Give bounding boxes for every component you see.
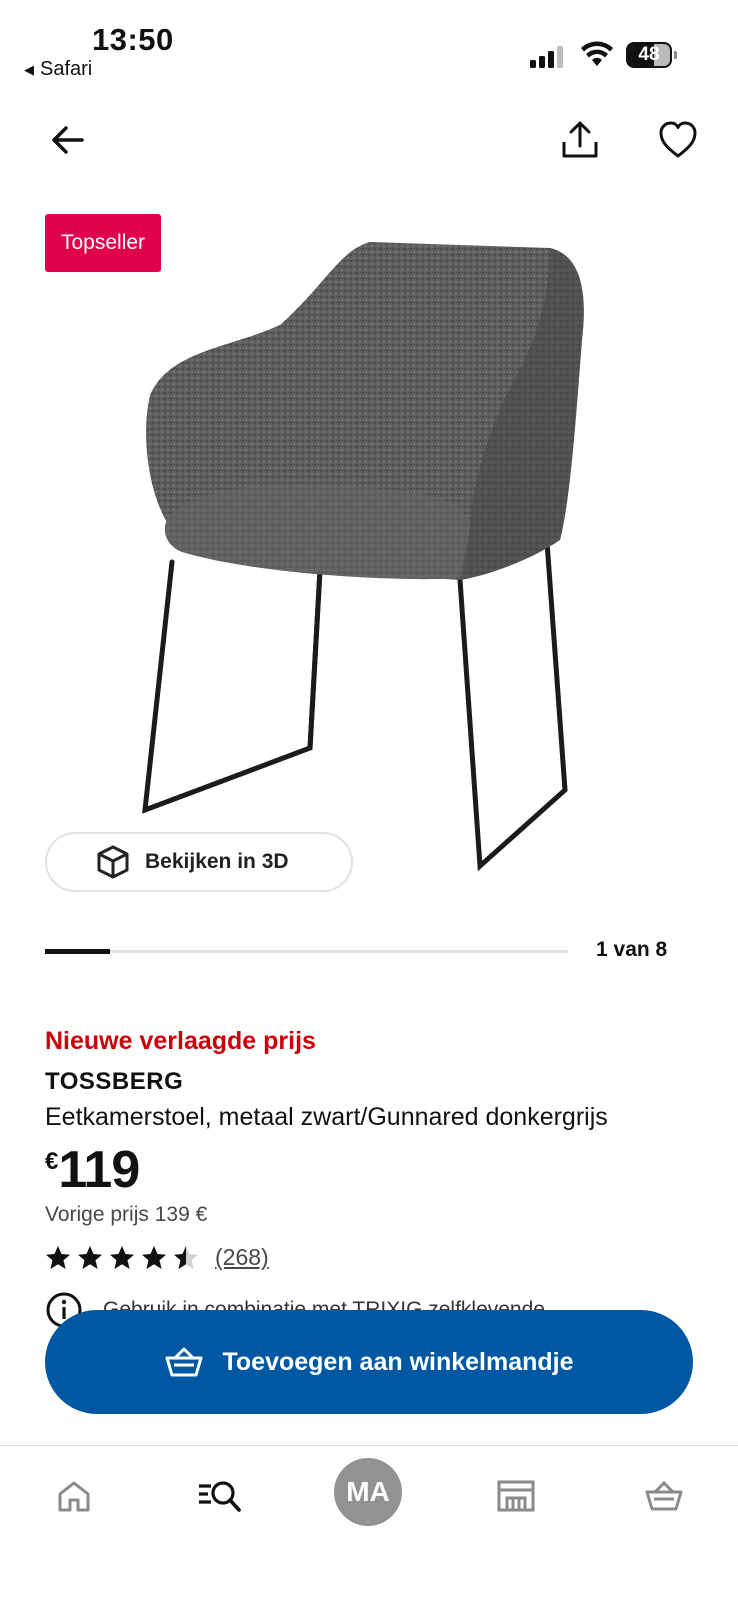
heart-icon[interactable]	[656, 118, 700, 162]
product-name[interactable]: TOSSBERG	[45, 1068, 183, 1096]
add-to-cart-label: Toevoegen aan winkelmandje	[222, 1347, 574, 1376]
add-to-cart-button[interactable]: Toevoegen aan winkelmandje	[45, 1310, 693, 1414]
product-image[interactable]	[110, 230, 630, 900]
price-amount: 119	[58, 1141, 140, 1199]
rating-stars	[45, 1245, 199, 1271]
battery-indicator: 48	[626, 42, 677, 68]
star-icon	[110, 1245, 134, 1269]
back-triangle-icon: ◀	[24, 61, 34, 77]
image-pager	[45, 949, 568, 954]
basket-icon	[645, 1481, 683, 1511]
share-icon[interactable]	[558, 118, 602, 162]
product-price: € 119	[45, 1140, 140, 1200]
topseller-badge: Topseller	[45, 214, 162, 272]
tab-home[interactable]	[44, 1466, 104, 1526]
store-icon	[497, 1480, 535, 1512]
previous-price: Vorige prijs 139 €	[45, 1203, 208, 1226]
star-icon	[174, 1245, 198, 1269]
price-currency: €	[45, 1148, 59, 1175]
back-app-label: Safari	[40, 58, 93, 80]
tab-store[interactable]	[486, 1466, 546, 1526]
signal-icon	[530, 46, 563, 68]
home-icon	[58, 1481, 90, 1512]
image-pager-label: 1 van 8	[596, 938, 668, 961]
promo-label: Nieuwe verlaagde prijs	[45, 1027, 316, 1055]
wifi-icon	[581, 41, 613, 66]
bottom-tab-bar: MA	[0, 1445, 738, 1600]
back-to-safari[interactable]: ◀ Safari	[24, 58, 92, 81]
search-products-icon	[199, 1481, 241, 1512]
view-3d-button[interactable]: Bekijken in 3D	[45, 832, 353, 892]
star-icon	[46, 1245, 70, 1269]
product-rating[interactable]: (268)	[45, 1244, 269, 1271]
review-count[interactable]: (268)	[215, 1244, 269, 1271]
image-pager-progress	[45, 949, 111, 954]
cube-icon	[97, 845, 129, 879]
tab-search[interactable]	[190, 1466, 250, 1526]
basket-icon	[165, 1347, 203, 1377]
status-time: 13:50	[92, 22, 174, 57]
battery-level: 48	[638, 44, 660, 65]
star-icon	[142, 1245, 166, 1269]
star-icon	[78, 1245, 102, 1269]
tab-basket[interactable]	[634, 1466, 694, 1526]
arrow-left-icon[interactable]	[46, 118, 90, 162]
view-3d-label: Bekijken in 3D	[145, 850, 289, 873]
profile-avatar[interactable]: MA	[334, 1458, 402, 1526]
product-description: Eetkamerstoel, metaal zwart/Gunnared don…	[45, 1103, 608, 1131]
status-bar: 13:50 ◀ Safari 48	[0, 0, 738, 90]
